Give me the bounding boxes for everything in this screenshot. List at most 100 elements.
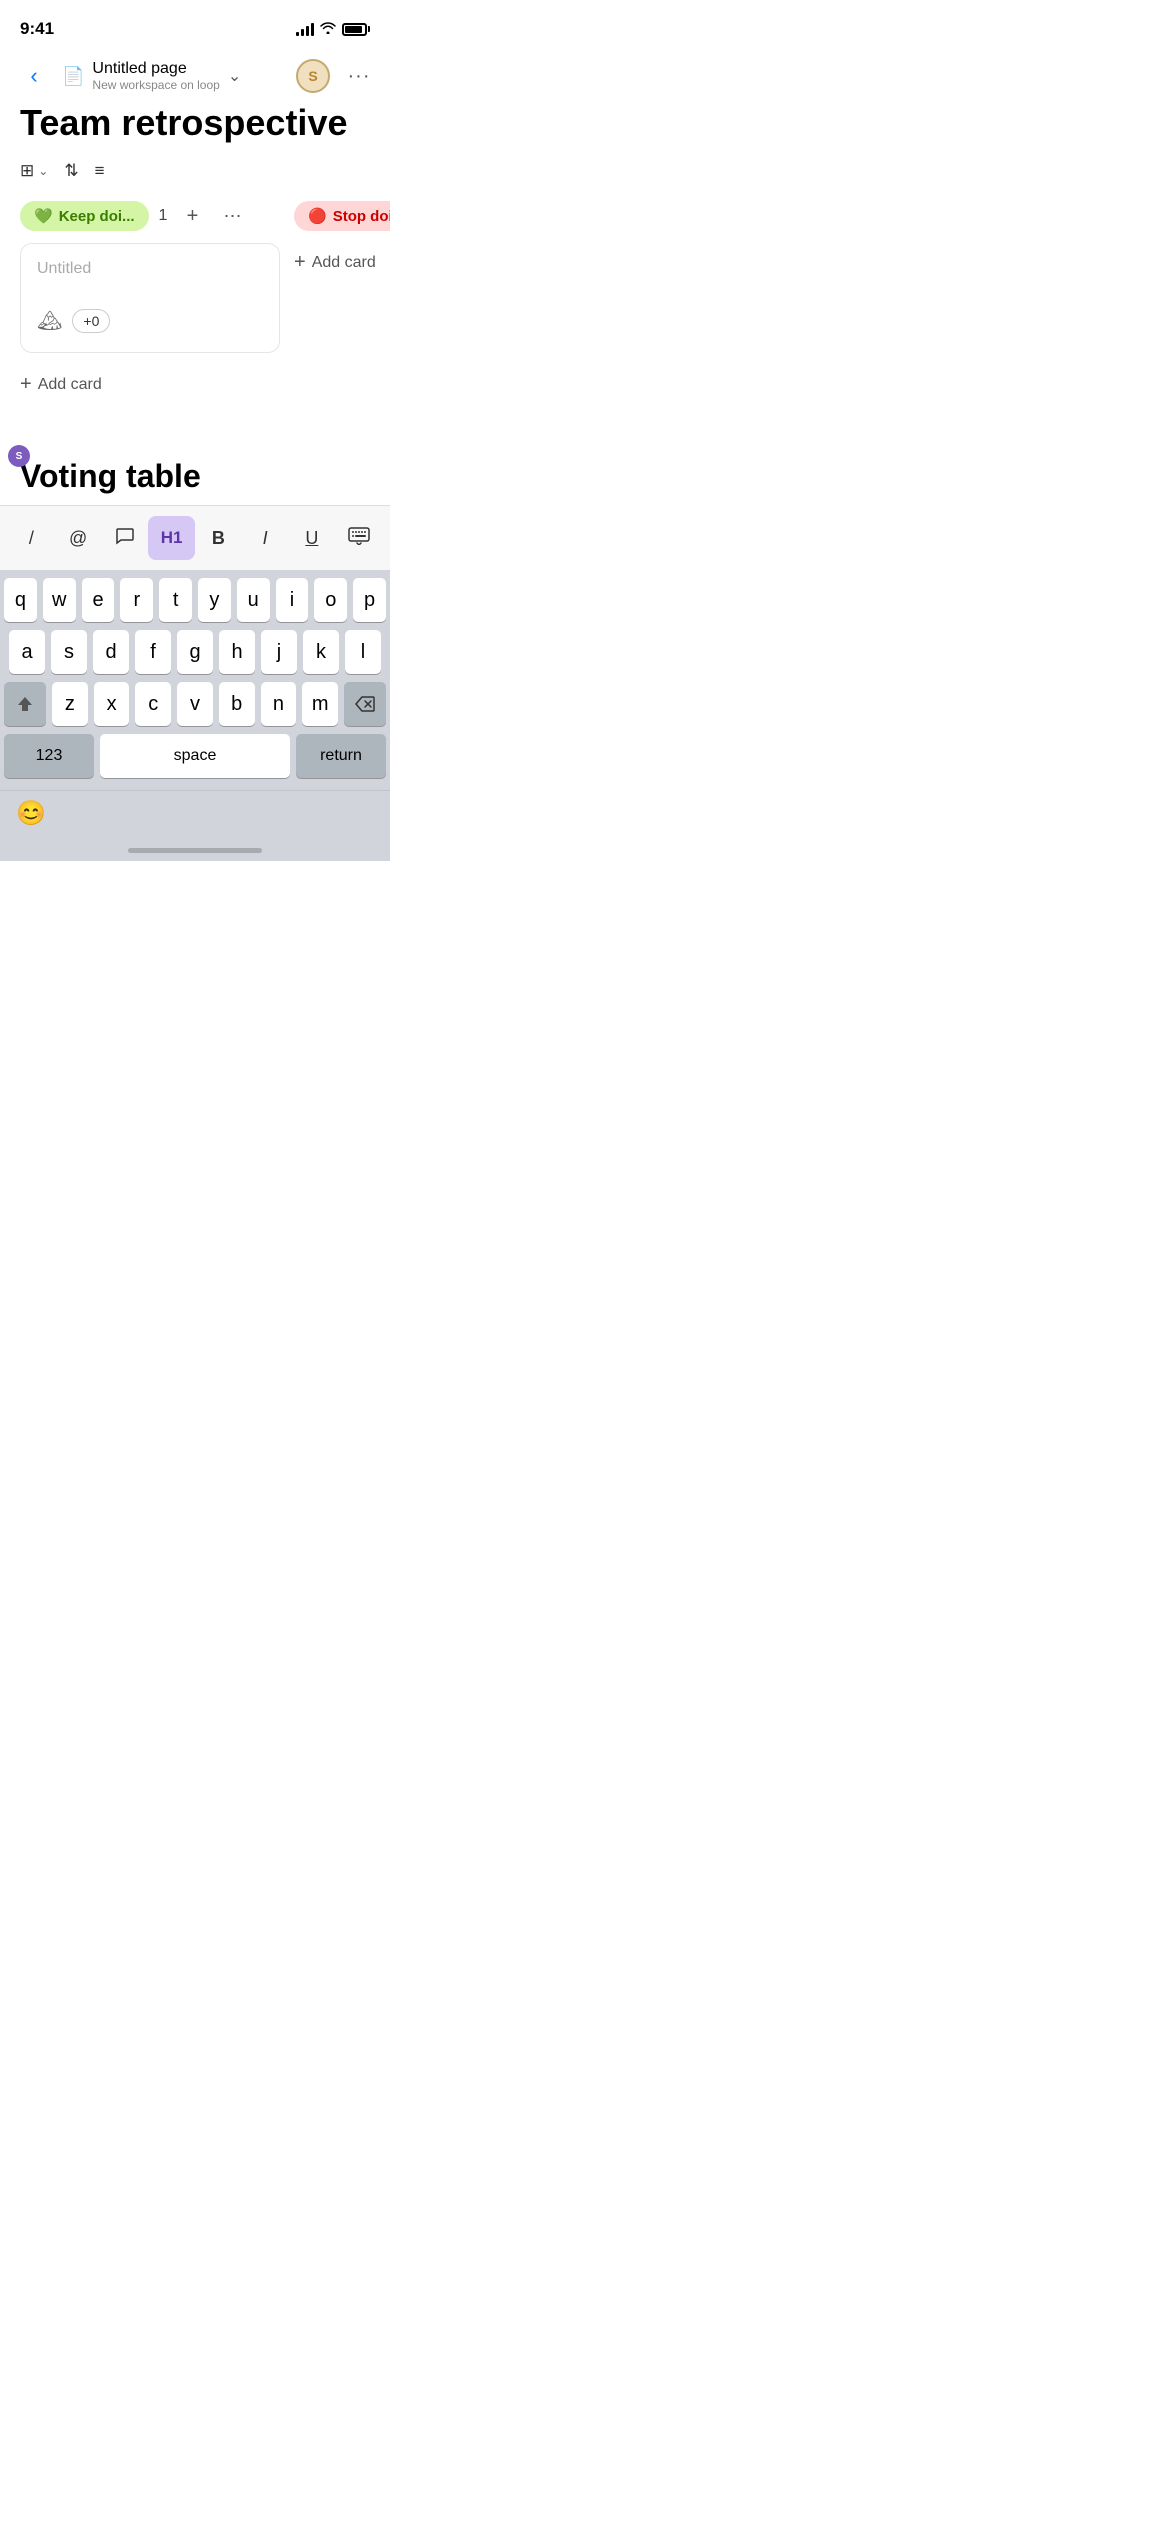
underline-label: U [305,528,318,549]
key-t[interactable]: t [159,578,192,622]
slash-icon: / [29,528,34,549]
view-chevron-icon: ⌄ [38,164,48,178]
home-indicator [0,848,390,861]
page-title: Team retrospective [20,102,370,143]
card-vote-button[interactable]: +0 [72,309,110,333]
space-key[interactable]: space [100,734,290,778]
key-x[interactable]: x [94,682,130,726]
key-s[interactable]: s [51,630,87,674]
toolbar-row: ⊞ ⌄ ⇅ ≡ [20,161,370,181]
add-card-plus-icon-stop: + [294,251,306,274]
underline-button[interactable]: U [289,516,336,560]
nav-dropdown-arrow-icon[interactable]: ⌄ [228,66,241,86]
add-card-plus-icon: + [20,373,32,396]
key-w[interactable]: w [43,578,76,622]
key-q[interactable]: q [4,578,37,622]
italic-label: I [263,528,268,549]
key-c[interactable]: c [135,682,171,726]
key-p[interactable]: p [353,578,386,622]
shift-key[interactable] [4,682,46,726]
nav-title-area[interactable]: 📄 Untitled page New workspace on loop ⌄ [62,60,286,92]
main-content: Team retrospective ⊞ ⌄ ⇅ ≡ 💚 Keep doi...… [0,102,390,410]
keyboard-row-3: z x c v b n m [4,682,386,726]
stop-label: Stop doin [333,208,390,225]
add-card-button-stop[interactable]: + Add card [294,243,390,282]
emoji-button[interactable]: 😊 [16,799,46,828]
wifi-icon [320,22,336,37]
h1-button[interactable]: H1 [148,516,195,560]
column-keep-doing: 💚 Keep doi... 1 + ⋯ Untitled 🏔 +0 + Add … [20,201,280,410]
page-document-icon: 📄 [62,66,84,87]
add-card-label-stop: Add card [312,254,376,272]
return-key[interactable]: return [296,734,386,778]
keyboard[interactable]: q w e r t y u i o p a s d f g h j k l z … [0,570,390,790]
card-title: Untitled [37,260,263,278]
filter-button[interactable]: ≡ [95,161,105,181]
nav-title-text-group: Untitled page New workspace on loop [92,60,219,92]
keep-label: Keep doi... [59,208,135,225]
avatar[interactable]: S [296,59,330,93]
card-footer: 🏔 +0 [37,308,263,333]
section-title: Voting table [20,458,201,495]
columns-container: 💚 Keep doi... 1 + ⋯ Untitled 🏔 +0 + Add … [0,201,390,410]
add-card-button-keep[interactable]: + Add card [20,365,280,404]
h1-label: H1 [161,528,183,548]
key-n[interactable]: n [261,682,297,726]
key-r[interactable]: r [120,578,153,622]
bold-label: B [212,528,225,549]
keyboard-row-1: q w e r t y u i o p [4,578,386,622]
key-u[interactable]: u [237,578,270,622]
add-card-label-keep: Add card [38,376,102,394]
formatting-toolbar: / @ H1 B I U [0,505,390,570]
column-tag-keep[interactable]: 💚 Keep doi... [20,201,149,231]
keep-more-button[interactable]: ⋯ [217,201,247,231]
sort-icon: ⇅ [64,161,78,181]
italic-button[interactable]: I [242,516,289,560]
key-l[interactable]: l [345,630,381,674]
key-z[interactable]: z [52,682,88,726]
card-item[interactable]: Untitled 🏔 +0 [20,243,280,353]
key-g[interactable]: g [177,630,213,674]
comment-button[interactable] [102,516,149,560]
signal-icon [296,22,314,36]
keyboard-row-4: 123 space return [4,734,386,778]
status-bar: 9:41 [0,0,390,50]
sort-button[interactable]: ⇅ [64,161,78,181]
key-o[interactable]: o [314,578,347,622]
key-e[interactable]: e [82,578,115,622]
key-h[interactable]: h [219,630,255,674]
stop-emoji: 🔴 [308,207,327,225]
column-tag-stop[interactable]: 🔴 Stop doin [294,201,390,231]
keyboard-dismiss-button[interactable] [335,516,382,560]
battery-icon [342,23,370,36]
at-icon: @ [69,528,87,549]
key-f[interactable]: f [135,630,171,674]
key-m[interactable]: m [302,682,338,726]
card-avatar-icon: 🏔 [37,308,62,333]
numbers-key[interactable]: 123 [4,734,94,778]
keep-add-button[interactable]: + [177,201,207,231]
view-button[interactable]: ⊞ ⌄ [20,161,48,181]
key-b[interactable]: b [219,682,255,726]
more-options-button[interactable]: ··· [344,61,374,91]
key-a[interactable]: a [9,630,45,674]
nav-bar: ‹ 📄 Untitled page New workspace on loop … [0,50,390,102]
key-i[interactable]: i [276,578,309,622]
section-area: S Voting table [0,410,390,505]
slash-command-button[interactable]: / [8,516,55,560]
back-button[interactable]: ‹ [16,58,52,94]
key-k[interactable]: k [303,630,339,674]
status-icons [296,22,370,37]
key-d[interactable]: d [93,630,129,674]
comment-icon [114,525,136,552]
column-header-keep: 💚 Keep doi... 1 + ⋯ [20,201,280,231]
key-j[interactable]: j [261,630,297,674]
key-v[interactable]: v [177,682,213,726]
backspace-key[interactable] [344,682,386,726]
filter-icon: ≡ [95,161,105,181]
bold-button[interactable]: B [195,516,242,560]
keep-count: 1 [159,207,168,225]
mention-button[interactable]: @ [55,516,102,560]
nav-title: Untitled page [92,60,219,78]
key-y[interactable]: y [198,578,231,622]
